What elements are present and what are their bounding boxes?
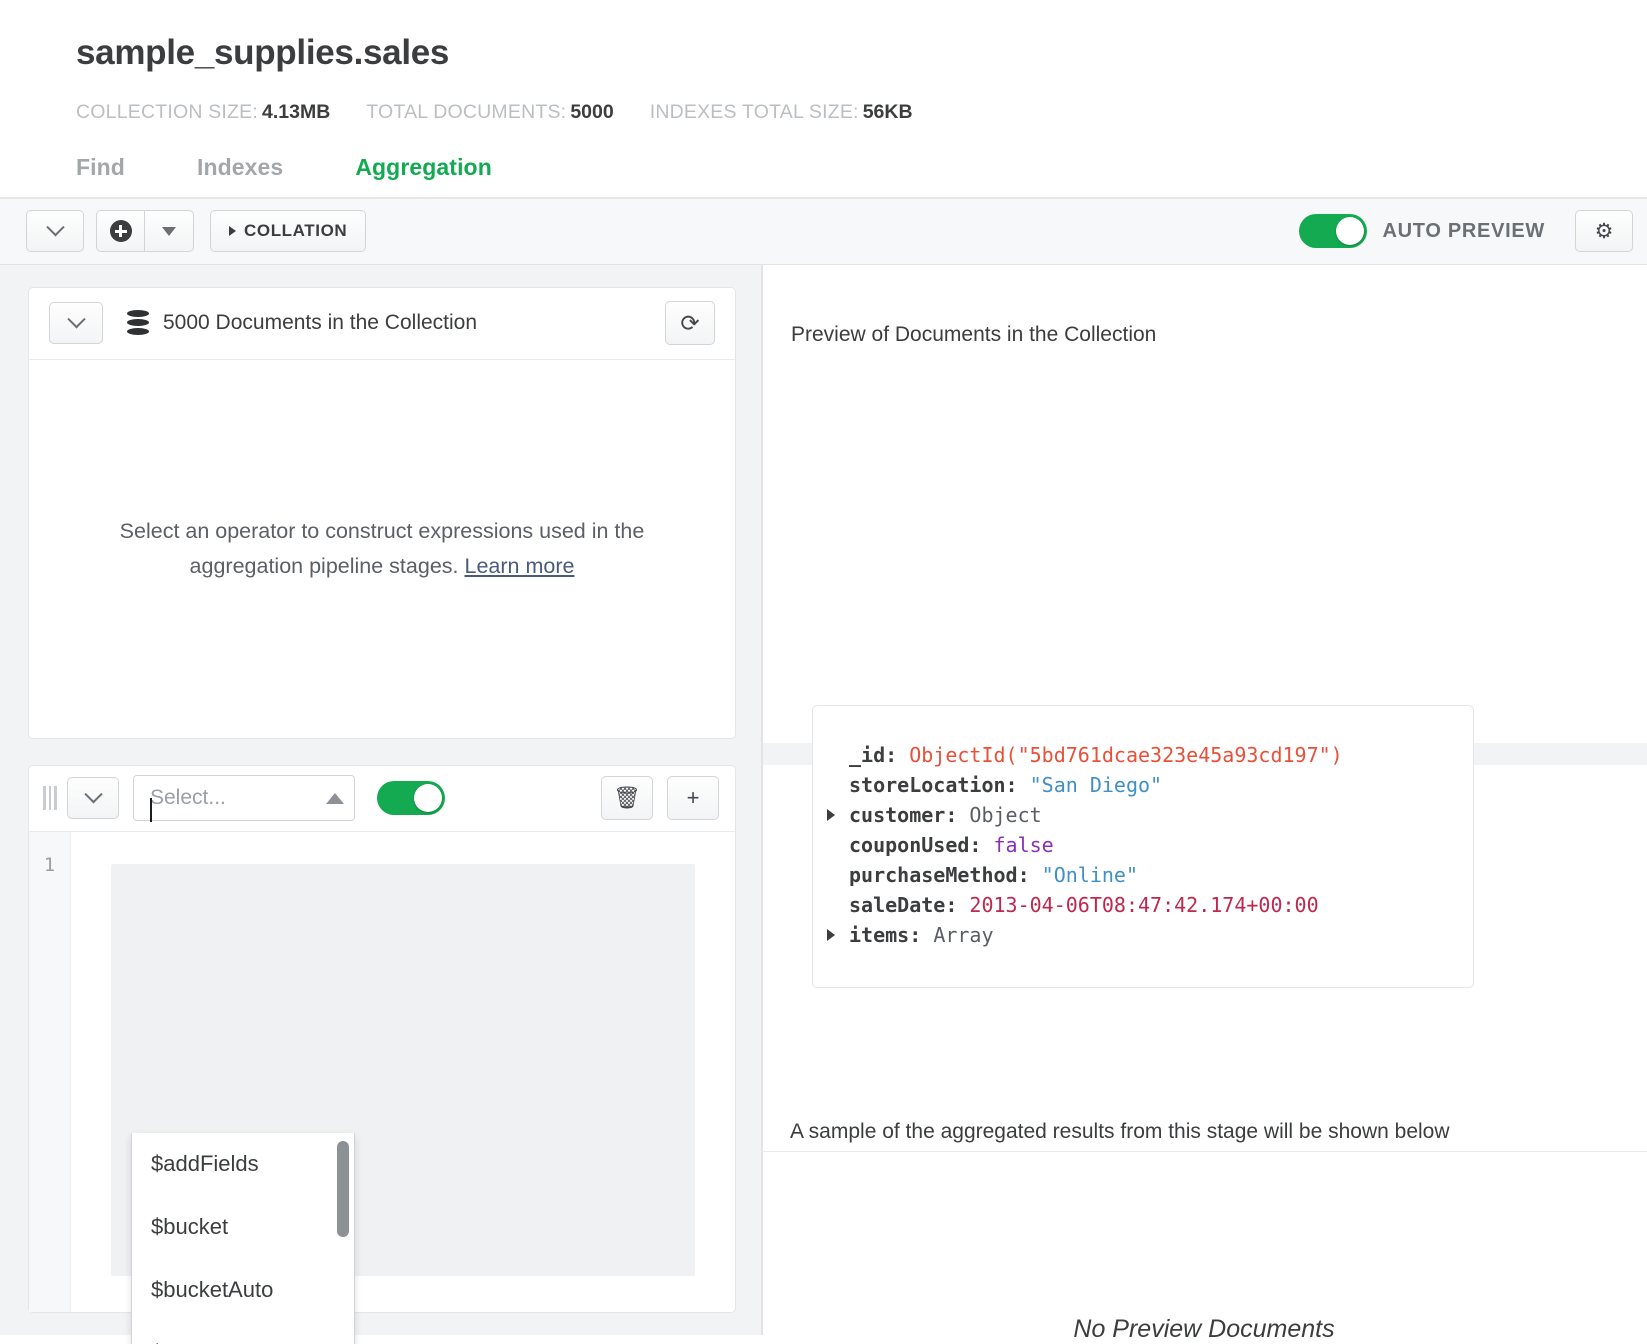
field-value: "Online": [1042, 863, 1138, 887]
expand-arrow-icon[interactable]: [827, 929, 835, 941]
stat-label: TOTAL DOCUMENTS:: [366, 101, 566, 123]
stage-action-buttons: 🗑 +: [601, 776, 719, 820]
collection-stage-card: 5000 Documents in the Collection ⟳ Selec…: [28, 287, 736, 739]
collation-label: COLLATION: [244, 221, 347, 241]
field-value: 2013-04-06T08:47:42.174+00:00: [969, 893, 1318, 917]
field-key: saleDate: [849, 893, 945, 917]
toggle-knob: [1336, 217, 1364, 245]
add-stage-button-group: [96, 210, 194, 252]
field-key: storeLocation: [849, 773, 1006, 797]
document-field-row: customer: Object: [849, 800, 1473, 830]
field-value: ObjectId("5bd761dcae323e45a93cd197"): [909, 743, 1342, 767]
pipeline-stage-header: Select... 🗑 +: [29, 766, 735, 832]
tab-find[interactable]: Find: [76, 154, 125, 191]
field-key: _id: [849, 743, 885, 767]
operator-hint-text: Select an operator to construct expressi…: [87, 514, 677, 584]
dropdown-option-bucketauto[interactable]: $bucketAuto: [132, 1259, 354, 1322]
collection-stage-header: 5000 Documents in the Collection ⟳: [29, 288, 735, 360]
stage-enabled-toggle[interactable]: [377, 781, 445, 815]
chevron-down-icon: [46, 218, 64, 236]
document-preview-card: _id: ObjectId("5bd761dcae323e45a93cd197"…: [812, 705, 1474, 988]
chevron-down-icon: [67, 310, 85, 328]
add-stage-button[interactable]: [96, 210, 144, 252]
trash-icon: 🗑: [613, 785, 641, 811]
collection-header: sample_supplies.sales COLLECTION SIZE:4.…: [0, 0, 1647, 124]
document-field-row: couponUsed: false: [849, 830, 1473, 860]
stat-value: 56KB: [863, 101, 913, 123]
stat-total-documents: TOTAL DOCUMENTS:5000: [366, 101, 613, 124]
field-value: false: [994, 833, 1054, 857]
delete-stage-button[interactable]: 🗑: [601, 776, 653, 820]
stat-label: INDEXES TOTAL SIZE:: [650, 101, 859, 123]
plus-circle-icon: [110, 220, 132, 242]
stat-value: 5000: [570, 101, 613, 123]
stat-collection-size: COLLECTION SIZE:4.13MB: [76, 101, 330, 124]
stage-preview-title: A sample of the aggregated results from …: [790, 1120, 1450, 1144]
document-field-row: purchaseMethod: "Online": [849, 860, 1473, 890]
dropdown-scrollbar[interactable]: [337, 1141, 349, 1237]
toggle-knob: [414, 784, 442, 812]
learn-more-link[interactable]: Learn more: [464, 554, 574, 578]
collection-stage-body: Select an operator to construct expressi…: [29, 360, 735, 738]
collation-button[interactable]: COLLATION: [210, 210, 366, 252]
stage-preview-divider: [761, 1151, 1647, 1152]
collapse-all-stages-button[interactable]: [26, 210, 84, 252]
line-number: 1: [44, 854, 55, 876]
field-value: Array: [933, 923, 993, 947]
pipeline-toolbar: COLLATION AUTO PREVIEW ⚙: [0, 199, 1647, 265]
document-field-row: items: Array: [849, 920, 1473, 950]
field-key: purchaseMethod: [849, 863, 1018, 887]
stage-operator-select[interactable]: Select...: [133, 775, 355, 821]
refresh-button[interactable]: ⟳: [665, 301, 715, 345]
document-field-row: _id: ObjectId("5bd761dcae323e45a93cd197"…: [849, 740, 1473, 770]
collection-stage-title: 5000 Documents in the Collection: [163, 311, 477, 335]
add-stage-dropdown-button[interactable]: [144, 210, 194, 252]
page-title: sample_supplies.sales: [76, 34, 1647, 73]
field-key: items: [849, 923, 909, 947]
field-value: "San Diego": [1030, 773, 1162, 797]
expand-arrow-icon[interactable]: [827, 809, 835, 821]
stage-collapse-button[interactable]: [67, 777, 119, 819]
plus-icon: +: [687, 785, 700, 811]
dropdown-option-bucket[interactable]: $bucket: [132, 1196, 354, 1259]
stage-operator-dropdown[interactable]: $addFields $bucket $bucketAuto $collStat…: [131, 1133, 355, 1344]
refresh-icon: ⟳: [680, 310, 699, 337]
dropdown-option-collstats[interactable]: $collStats: [132, 1322, 354, 1344]
document-field-row: saleDate: 2013-04-06T08:47:42.174+00:00: [849, 890, 1473, 920]
field-value: Object: [969, 803, 1041, 827]
stat-value: 4.13MB: [262, 101, 330, 123]
mongodb-compass-window: sample_supplies.sales COLLECTION SIZE:4.…: [0, 0, 1647, 1344]
editor-gutter: 1: [29, 832, 71, 1312]
panel-split-divider: [761, 265, 763, 1335]
drag-handle-icon[interactable]: [39, 785, 61, 811]
caret-right-icon: [229, 226, 236, 236]
stage-operator-placeholder: Select...: [150, 786, 226, 810]
dropdown-option-addfields[interactable]: $addFields: [132, 1133, 354, 1196]
stat-indexes-total-size: INDEXES TOTAL SIZE:56KB: [650, 101, 913, 124]
collection-stats: COLLECTION SIZE:4.13MB TOTAL DOCUMENTS:5…: [76, 101, 1647, 124]
auto-preview-label: AUTO PREVIEW: [1383, 220, 1546, 243]
text-cursor: [150, 798, 152, 822]
tab-aggregation[interactable]: Aggregation: [355, 154, 492, 191]
collection-preview-title: Preview of Documents in the Collection: [791, 323, 1156, 347]
database-icon: [127, 310, 149, 336]
document-field-row: storeLocation: "San Diego": [849, 770, 1473, 800]
gear-icon: ⚙: [1595, 221, 1614, 242]
add-stage-after-button[interactable]: +: [667, 776, 719, 820]
collection-stage-collapse-button[interactable]: [49, 302, 103, 344]
no-preview-documents-message: No Preview Documents: [761, 1315, 1647, 1344]
toolbar-right-group: AUTO PREVIEW ⚙: [1299, 210, 1634, 252]
field-key: customer: [849, 803, 945, 827]
chevron-down-icon: [84, 785, 102, 803]
caret-down-icon: [162, 227, 176, 236]
auto-preview-toggle[interactable]: [1299, 214, 1367, 248]
collection-tabs: Find Indexes Aggregation: [0, 154, 1647, 191]
pipeline-workspace: 5000 Documents in the Collection ⟳ Selec…: [0, 265, 1647, 1335]
field-key: couponUsed: [849, 833, 969, 857]
tab-indexes[interactable]: Indexes: [197, 154, 283, 191]
caret-up-icon: [326, 793, 344, 804]
stat-label: COLLECTION SIZE:: [76, 101, 258, 123]
settings-button[interactable]: ⚙: [1575, 210, 1633, 252]
